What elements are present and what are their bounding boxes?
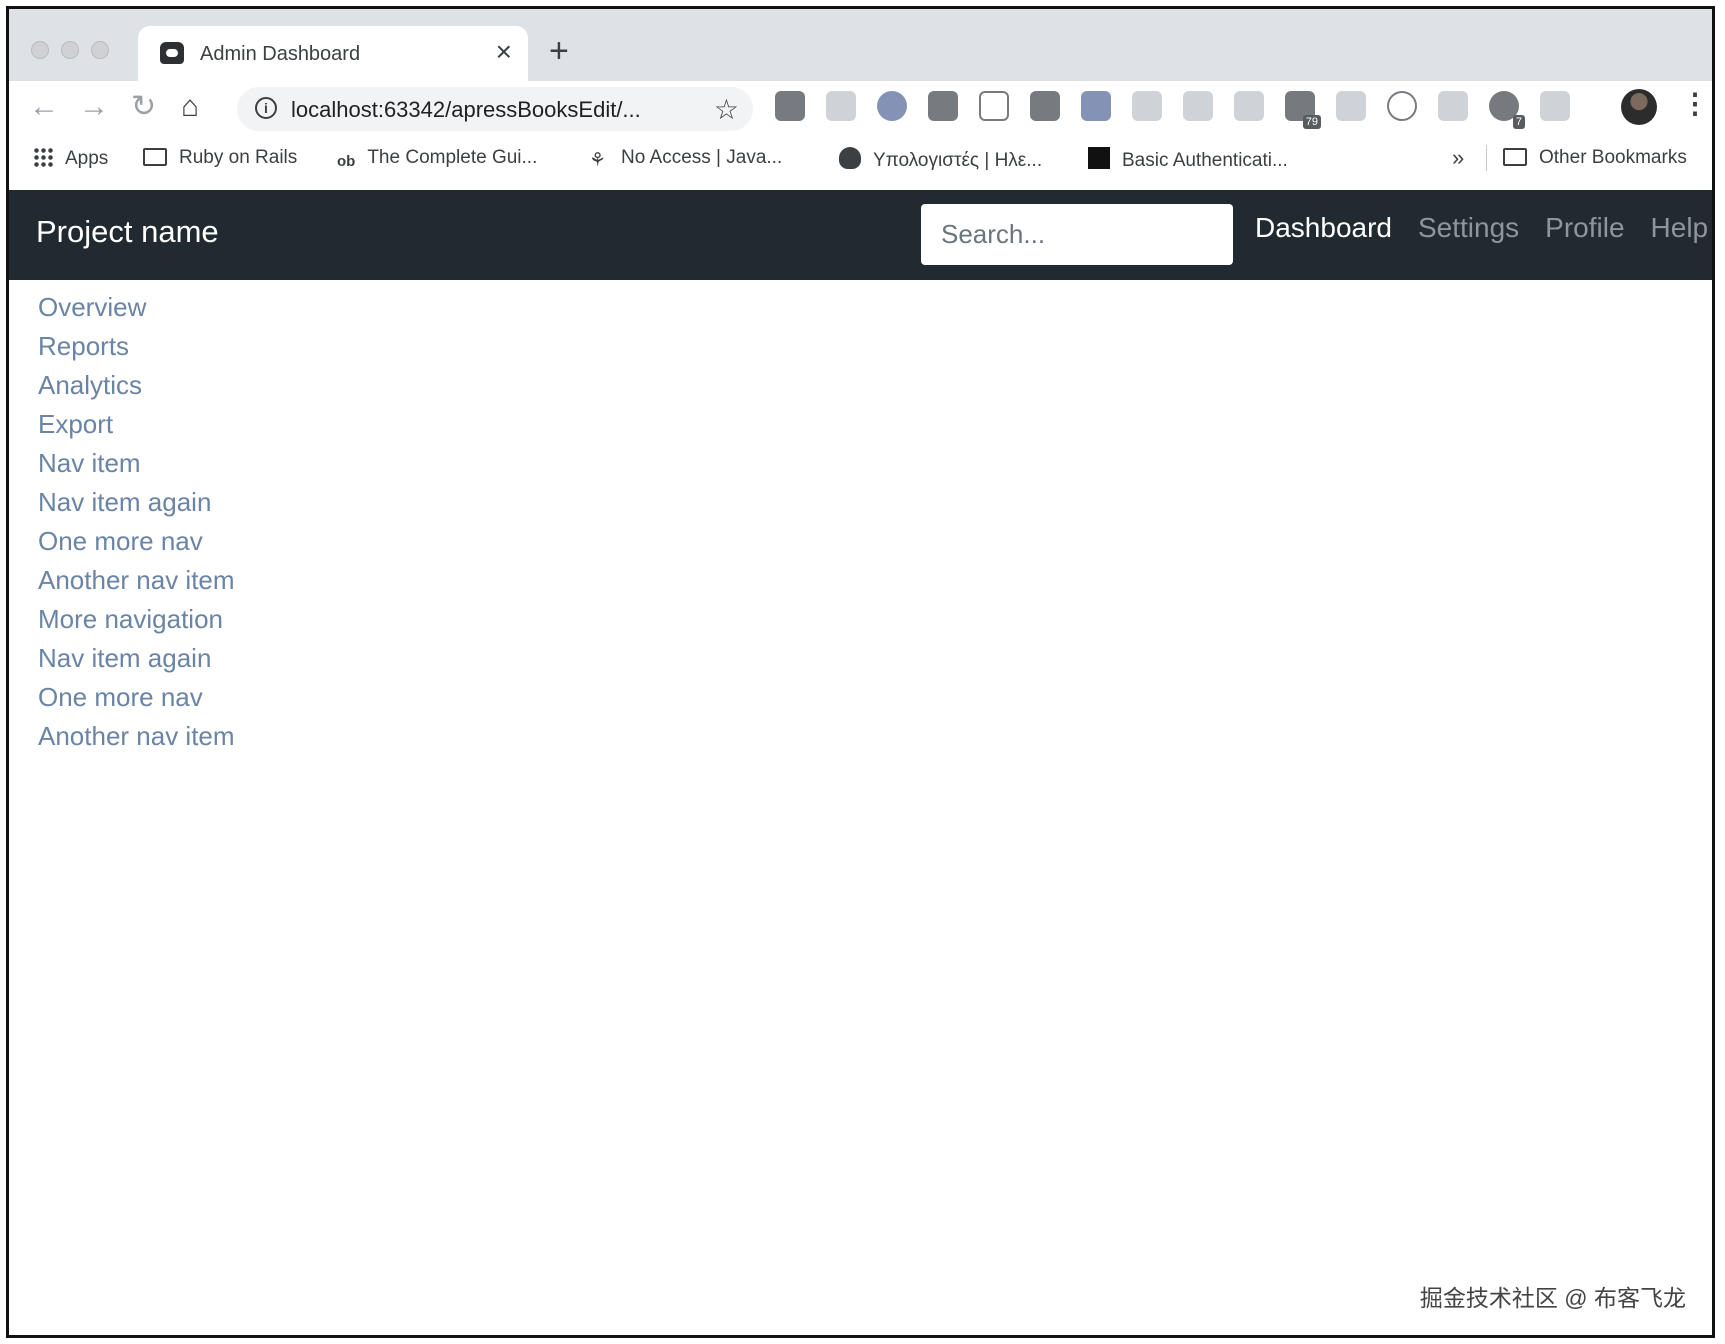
address-bar[interactable]: i localhost:63342/apressBooksEdit/... ☆ <box>237 87 753 131</box>
sidebar-item-another-nav-item-2[interactable]: Another nav item <box>38 720 235 759</box>
back-icon[interactable]: ← <box>29 89 59 125</box>
extensions-bar: 79 7 <box>775 91 1570 129</box>
more-bookmarks-icon[interactable]: » <box>1452 145 1464 171</box>
bookmark-label: Υπολογιστές | Ηλε... <box>873 150 1043 171</box>
nav-dashboard[interactable]: Dashboard <box>1255 212 1392 244</box>
search-input[interactable] <box>921 204 1233 265</box>
diamond-icon <box>1088 147 1110 169</box>
image-extension-icon[interactable] <box>1132 91 1162 121</box>
tag-extension-icon[interactable]: 79 <box>1285 91 1321 129</box>
bookmark-basic-authentication[interactable]: Basic Authenticati... <box>1088 147 1288 172</box>
extension-badge: 79 <box>1302 115 1321 129</box>
brand-title[interactable]: Project name <box>36 214 219 250</box>
bookmark-apps[interactable]: Apps <box>33 147 108 170</box>
bookmark-greek-computers[interactable]: Υπολογιστές | Ηλε... <box>839 147 1042 172</box>
bookmark-label: Apps <box>65 148 109 169</box>
bookmark-label: Basic Authenticati... <box>1122 150 1288 171</box>
bookmark-complete-guide[interactable]: ob The Complete Gui... <box>337 147 537 170</box>
bookmarks-divider <box>1486 145 1487 171</box>
close-tab-icon[interactable]: × <box>496 38 512 66</box>
nav-settings[interactable]: Settings <box>1418 212 1519 244</box>
bookmark-label: Ruby on Rails <box>179 147 298 168</box>
watermark-text: 掘金技术社区 @ 布客飞龙 <box>1419 1285 1686 1311</box>
runner-icon: ⚘ <box>589 150 607 171</box>
sidebar-nav: Overview Reports Analytics Export Nav it… <box>38 291 235 759</box>
close-window-button[interactable] <box>31 41 49 59</box>
a-extension-icon[interactable] <box>1387 91 1417 121</box>
app-navbar: Project name Dashboard Settings Profile … <box>9 190 1712 280</box>
capture-extension-icon[interactable] <box>979 91 1009 121</box>
new-tab-button[interactable]: + <box>549 34 569 68</box>
bookmark-label: No Access | Java... <box>621 147 783 168</box>
other-bookmarks[interactable]: Other Bookmarks <box>1503 147 1687 169</box>
bookmarks-bar: Apps Ruby on Rails ob The Complete Gui...… <box>9 137 1712 181</box>
c-extension-icon[interactable] <box>928 91 958 121</box>
sidebar-item-one-more-nav-2[interactable]: One more nav <box>38 681 235 720</box>
folder-icon <box>1503 148 1527 166</box>
top-nav: Dashboard Settings Profile Help <box>1255 212 1708 244</box>
maximize-window-button[interactable] <box>91 41 109 59</box>
tab-admin-dashboard[interactable]: Admin Dashboard × <box>138 26 528 81</box>
favicon-icon <box>160 42 184 64</box>
download-extension-icon[interactable] <box>1081 91 1111 121</box>
profile-avatar[interactable] <box>1621 89 1657 125</box>
amazon-extension-icon[interactable]: 7 <box>1489 91 1525 129</box>
site-info-icon[interactable]: i <box>255 97 277 119</box>
browser-menu-icon[interactable]: ⋮ <box>1681 87 1709 120</box>
sidebar-item-analytics[interactable]: Analytics <box>38 369 235 408</box>
bookmark-ruby-on-rails[interactable]: Ruby on Rails <box>143 147 297 169</box>
forward-icon[interactable]: → <box>79 89 109 125</box>
url-text[interactable]: localhost:63342/apressBooksEdit/... <box>291 97 691 123</box>
copy-extension-icon[interactable] <box>1336 91 1366 121</box>
tab-title: Admin Dashboard <box>200 43 361 65</box>
sidebar-item-more-navigation[interactable]: More navigation <box>38 603 235 642</box>
nav-profile[interactable]: Profile <box>1545 212 1624 244</box>
extension-badge: 7 <box>1512 115 1525 129</box>
tab-strip: Admin Dashboard × + <box>9 9 1712 81</box>
sidebar-item-export[interactable]: Export <box>38 408 235 447</box>
sidebar-item-one-more-nav[interactable]: One more nav <box>38 525 235 564</box>
shield-extension-icon[interactable] <box>1030 91 1060 121</box>
people-extension-icon[interactable] <box>826 91 856 121</box>
sidebar-item-another-nav-item[interactable]: Another nav item <box>38 564 235 603</box>
sidebar-item-reports[interactable]: Reports <box>38 330 235 369</box>
browser-window: Admin Dashboard × + ← → ↻ ⌂ i localhost:… <box>6 6 1715 1338</box>
sidebar-item-nav-item-again[interactable]: Nav item again <box>38 486 235 525</box>
bookmark-star-icon[interactable]: ☆ <box>714 93 739 126</box>
reload-icon[interactable]: ↻ <box>131 89 156 125</box>
nav-help[interactable]: Help <box>1651 212 1709 244</box>
bulb-icon <box>839 147 861 169</box>
sidebar-item-overview[interactable]: Overview <box>38 291 235 330</box>
opera-extension-icon[interactable] <box>877 91 907 121</box>
grid-extension-icon[interactable] <box>1183 91 1213 121</box>
sidebar-item-nav-item-again-2[interactable]: Nav item again <box>38 642 235 681</box>
browser-toolbar: ← → ↻ ⌂ i localhost:63342/apressBooksEdi… <box>9 81 1712 137</box>
home-icon[interactable]: ⌂ <box>181 89 199 125</box>
eyedropper-extension-icon[interactable] <box>775 91 805 121</box>
ob-logo-icon: ob <box>337 153 356 170</box>
cast-extension-icon[interactable] <box>1540 91 1570 121</box>
folder-icon <box>143 148 167 166</box>
move-extension-icon[interactable] <box>1438 91 1468 121</box>
chat-extension-icon[interactable] <box>1234 91 1264 121</box>
sidebar-item-nav-item[interactable]: Nav item <box>38 447 235 486</box>
bookmark-no-access-java[interactable]: ⚘ No Access | Java... <box>589 147 783 171</box>
bookmark-label: Other Bookmarks <box>1539 147 1687 168</box>
bookmark-label: The Complete Gui... <box>367 147 538 168</box>
minimize-window-button[interactable] <box>61 41 79 59</box>
window-controls <box>31 41 109 59</box>
apps-grid-icon <box>33 147 53 167</box>
